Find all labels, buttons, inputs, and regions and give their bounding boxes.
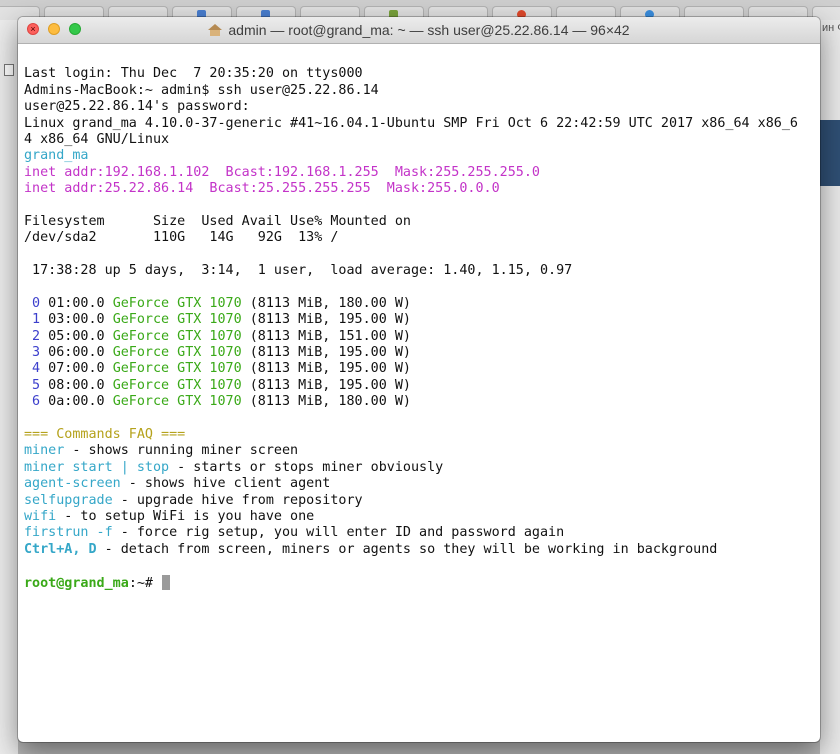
faq-title: === Commands FAQ === xyxy=(24,427,186,442)
gpu-line: 4 07:00.0 GeForce GTX 1070 (8113 MiB, 19… xyxy=(24,361,820,377)
gpu-bus: 05:00.0 xyxy=(40,328,113,344)
gpu-index: 4 xyxy=(24,361,41,377)
gpu-model: GeForce GTX 1070 xyxy=(112,394,242,410)
window-title: admin — root@grand_ma: ~ — ssh user@25.2… xyxy=(18,17,820,43)
faq-command: miner xyxy=(24,443,65,459)
document-icon xyxy=(4,64,14,76)
window-title-text: admin — root@grand_ma: ~ — ssh user@25.2… xyxy=(228,22,630,38)
background-banner xyxy=(820,120,840,186)
gpu-bus: 01:00.0 xyxy=(40,295,113,311)
terminal-output[interactable]: Last login: Thu Dec 7 20:35:20 on ttys00… xyxy=(18,44,820,742)
uname-line: Linux grand_ma 4.10.0-37-generic #41~16.… xyxy=(24,115,798,131)
gpu-spec: (8113 MiB, 195.00 W) xyxy=(241,312,411,328)
faq-line: wifi - to setup WiFi is you have one xyxy=(24,509,820,525)
gpu-index: 3 xyxy=(24,345,41,361)
uname-line-wrap: 4 x86_64 GNU/Linux xyxy=(24,131,170,147)
gpu-spec: (8113 MiB, 151.00 W) xyxy=(241,328,411,344)
faq-description: - upgrade hive from repository xyxy=(112,492,363,508)
gpu-spec: (8113 MiB, 195.00 W) xyxy=(241,345,411,361)
inet-line: inet addr:25.22.86.14 Bcast:25.255.255.2… xyxy=(24,181,500,197)
text-cursor[interactable] xyxy=(162,574,171,590)
terminal-window: × admin — root@grand_ma: ~ — ssh user@25… xyxy=(18,17,820,742)
faq-description: - detach from screen, miners or agents s… xyxy=(96,541,718,557)
gpu-line: 0 01:00.0 GeForce GTX 1070 (8113 MiB, 18… xyxy=(24,296,820,312)
gpu-bus: 0a:00.0 xyxy=(40,394,113,410)
background-window-right: ин Ф xyxy=(820,20,840,754)
faq-line: firstrun -f - force rig setup, you will … xyxy=(24,525,820,541)
background-window-left xyxy=(0,20,18,754)
df-header-line: Filesystem Size Used Avail Use% Mounted … xyxy=(24,213,411,229)
faq-hotkey: Ctrl+A, D xyxy=(24,541,97,557)
gpu-line: 6 0a:00.0 GeForce GTX 1070 (8113 MiB, 18… xyxy=(24,394,820,410)
gpu-line: 1 03:00.0 GeForce GTX 1070 (8113 MiB, 19… xyxy=(24,312,820,328)
faq-command: miner start | stop xyxy=(24,459,170,475)
faq-line: selfupgrade - upgrade hive from reposito… xyxy=(24,493,820,509)
gpu-index: 0 xyxy=(24,295,41,311)
ssh-command-line: Admins-MacBook:~ admin$ ssh user@25.22.8… xyxy=(24,82,379,98)
gpu-line: 3 06:00.0 GeForce GTX 1070 (8113 MiB, 19… xyxy=(24,345,820,361)
gpu-model: GeForce GTX 1070 xyxy=(112,312,242,328)
faq-line: miner - shows running miner screen xyxy=(24,443,820,459)
shell-prompt-line[interactable]: root@grand_ma:~# xyxy=(24,574,820,591)
inet-line: inet addr:192.168.1.102 Bcast:192.168.1.… xyxy=(24,164,540,180)
gpu-model: GeForce GTX 1070 xyxy=(112,328,242,344)
gpu-model: GeForce GTX 1070 xyxy=(112,295,242,311)
gpu-spec: (8113 MiB, 195.00 W) xyxy=(241,377,411,393)
faq-description: - starts or stops miner obviously xyxy=(169,459,444,475)
faq-hotkey-line: Ctrl+A, D - detach from screen, miners o… xyxy=(24,542,820,558)
last-login-line: Last login: Thu Dec 7 20:35:20 on ttys00… xyxy=(24,66,363,82)
hostname-line: grand_ma xyxy=(24,148,89,164)
gpu-index: 2 xyxy=(24,328,41,344)
gpu-line: 2 05:00.0 GeForce GTX 1070 (8113 MiB, 15… xyxy=(24,329,820,345)
gpu-model: GeForce GTX 1070 xyxy=(112,345,242,361)
gpu-model: GeForce GTX 1070 xyxy=(112,361,242,377)
faq-description: - shows hive client agent xyxy=(120,476,331,492)
faq-command: wifi xyxy=(24,508,57,524)
password-prompt-line: user@25.22.86.14's password: xyxy=(24,99,250,115)
gpu-spec: (8113 MiB, 180.00 W) xyxy=(241,295,411,311)
df-row-line: /dev/sda2 110G 14G 92G 13% / xyxy=(24,230,339,246)
faq-line: agent-screen - shows hive client agent xyxy=(24,476,820,492)
gpu-index: 6 xyxy=(24,394,41,410)
gpu-index: 1 xyxy=(24,312,41,328)
gpu-model: GeForce GTX 1070 xyxy=(112,377,242,393)
gpu-spec: (8113 MiB, 180.00 W) xyxy=(241,394,411,410)
faq-description: - to setup WiFi is you have one xyxy=(56,508,315,524)
gpu-index: 5 xyxy=(24,377,41,393)
prompt-user: root@grand_ma xyxy=(24,575,129,591)
home-icon xyxy=(208,24,223,36)
gpu-spec: (8113 MiB, 195.00 W) xyxy=(241,361,411,377)
faq-description: - force rig setup, you will enter ID and… xyxy=(112,525,565,541)
gpu-bus: 07:00.0 xyxy=(40,361,113,377)
gpu-bus: 08:00.0 xyxy=(40,377,113,393)
faq-line: miner start | stop - starts or stops min… xyxy=(24,460,820,476)
prompt-path: :~# xyxy=(128,575,162,591)
uptime-line: 17:38:28 up 5 days, 3:14, 1 user, load a… xyxy=(24,263,573,279)
faq-command: firstrun -f xyxy=(24,525,113,541)
faq-command: selfupgrade xyxy=(24,492,113,508)
title-bar[interactable]: × admin — root@grand_ma: ~ — ssh user@25… xyxy=(18,17,820,44)
gpu-bus: 03:00.0 xyxy=(40,312,113,328)
gpu-line: 5 08:00.0 GeForce GTX 1070 (8113 MiB, 19… xyxy=(24,378,820,394)
faq-command: agent-screen xyxy=(24,476,121,492)
gpu-bus: 06:00.0 xyxy=(40,345,113,361)
faq-description: - shows running miner screen xyxy=(64,443,299,459)
background-text: ин Ф xyxy=(822,22,840,34)
